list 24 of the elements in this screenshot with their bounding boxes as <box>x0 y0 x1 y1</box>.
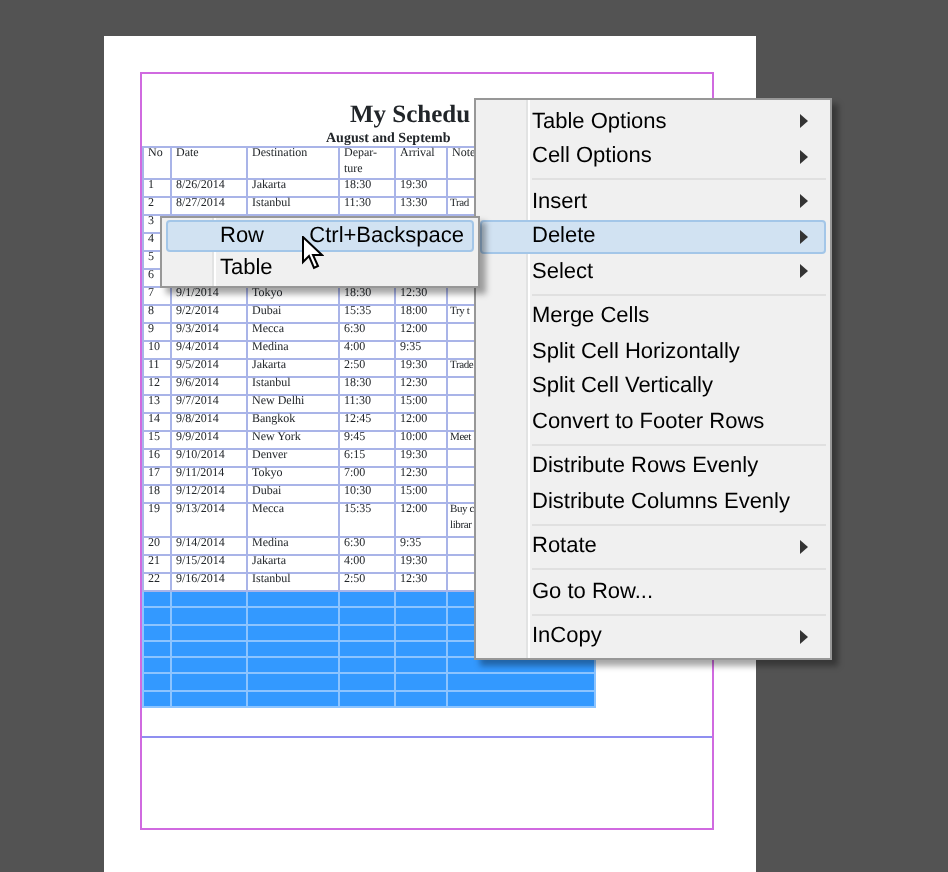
menu-item[interactable]: InCopy <box>480 619 826 654</box>
menu-item[interactable]: Merge Cells <box>480 299 826 334</box>
menu-item[interactable]: Delete <box>480 219 826 254</box>
submenu-arrow-icon <box>800 264 808 279</box>
menu-item[interactable]: Go to Row... <box>480 574 826 609</box>
menu-item[interactable]: Table <box>166 252 474 284</box>
submenu-arrow-icon <box>800 194 808 209</box>
submenu-arrow-icon <box>800 539 808 554</box>
menu-item[interactable]: Rotate <box>480 529 826 564</box>
document-title: My Schedu <box>350 100 471 128</box>
menu-item[interactable]: Split Cell Vertically <box>480 369 826 404</box>
menu-item[interactable]: Insert <box>480 184 826 219</box>
menu-item[interactable]: Cell Options <box>480 139 826 174</box>
menu-item[interactable]: Distribute Rows Evenly <box>480 449 826 484</box>
menu-item[interactable]: Row Ctrl+Backspace <box>166 220 474 252</box>
submenu-arrow-icon <box>800 629 808 644</box>
submenu-arrow-icon <box>800 149 808 164</box>
submenu-arrow-icon <box>800 114 808 129</box>
menu-item[interactable]: Split Cell Horizontally <box>480 334 826 369</box>
menu-item[interactable]: Table Options <box>480 104 826 139</box>
menu-item[interactable]: Select <box>480 254 826 289</box>
menu-item[interactable]: Distribute Columns Evenly <box>480 484 826 519</box>
submenu-arrow-icon <box>800 229 808 244</box>
menu-item[interactable]: Convert to Footer Rows <box>480 404 826 439</box>
